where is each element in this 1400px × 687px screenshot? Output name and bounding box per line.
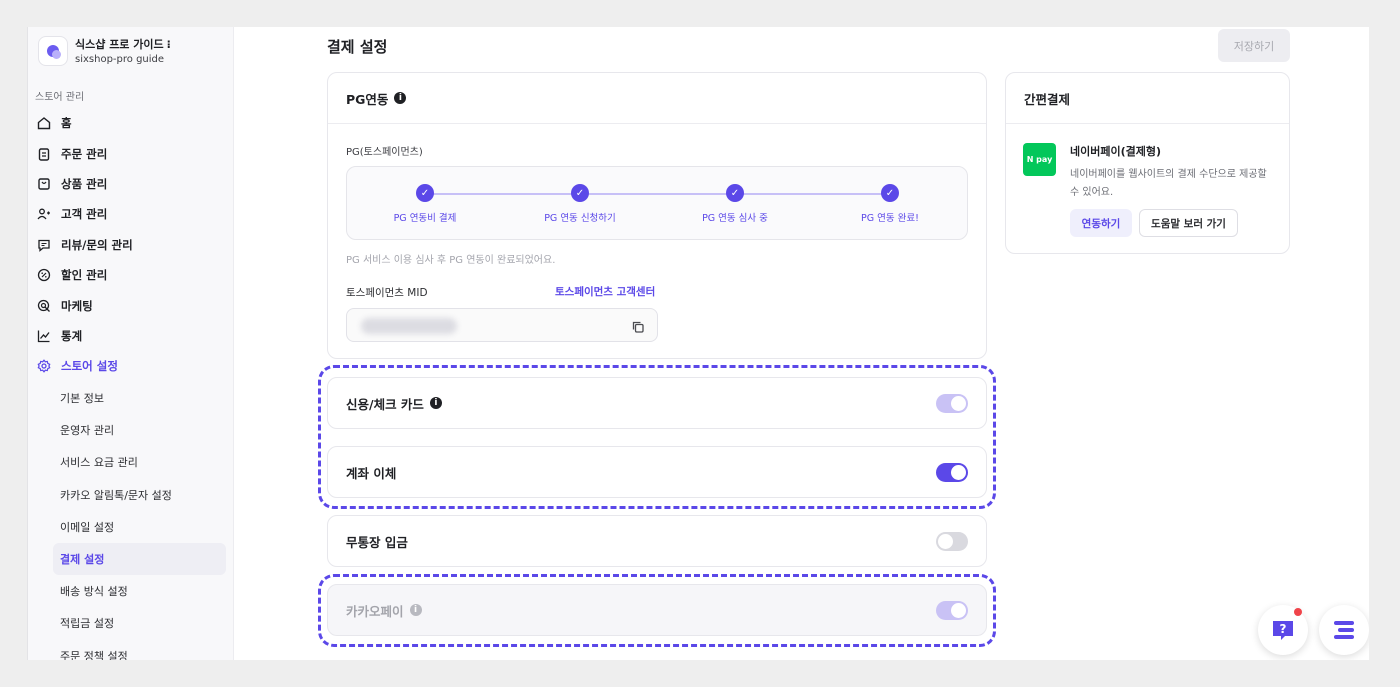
chart-icon xyxy=(36,328,52,344)
pg-card-header: PG연동 i xyxy=(328,73,986,124)
payment-method-label: 무통장 입금 xyxy=(346,534,408,550)
progress-step: ✓ PG 연동 심사 중 xyxy=(665,184,805,224)
pg-provider-label: PG(토스페이먼츠) xyxy=(346,147,423,158)
submenu-item-order-policy[interactable]: 주문 정책 설정 xyxy=(28,640,234,660)
pg-integration-card: PG연동 i PG(토스페이먼츠) ✓ PG 연동비 결제 ✓ PG 연동 신청… xyxy=(327,72,987,359)
submenu-item-email[interactable]: 이메일 설정 xyxy=(28,511,234,543)
menu-button[interactable] xyxy=(1319,605,1369,655)
check-icon: ✓ xyxy=(416,184,434,202)
notification-dot xyxy=(1294,608,1302,616)
copy-icon[interactable] xyxy=(631,319,645,333)
submenu-item-basic-info[interactable]: 기본 정보 xyxy=(28,382,234,414)
users-icon xyxy=(36,206,52,222)
submenu-item-kakao-sms[interactable]: 카카오 알림톡/문자 설정 xyxy=(28,479,234,511)
pg-status-note: PG 서비스 이용 심사 후 PG 연동이 완료되었어요. xyxy=(346,255,556,266)
step-label: PG 연동 심사 중 xyxy=(702,213,768,224)
masked-mid-value xyxy=(361,318,457,334)
help-chat-button[interactable]: ? xyxy=(1258,605,1308,655)
submenu-item-payment[interactable]: 결제 설정 xyxy=(53,542,226,576)
submenu-item-service-fees[interactable]: 서비스 요금 관리 xyxy=(28,446,234,478)
progress-step: ✓ PG 연동비 결제 xyxy=(355,184,495,224)
save-button[interactable]: 저장하기 xyxy=(1218,29,1290,62)
sidebar-item-label: 고객 관리 xyxy=(61,207,108,222)
sidebar-item-orders[interactable]: 주문 관리 xyxy=(28,138,234,168)
connect-button[interactable]: 연동하기 xyxy=(1070,209,1132,237)
discount-icon xyxy=(36,267,52,283)
app-window: 식스샵 프로 가이드 ⁝ sixshop-pro guide 스토어 관리 홈 주… xyxy=(27,27,1369,660)
sidebar-item-reviews[interactable]: 리뷰/문의 관리 xyxy=(28,230,234,260)
deposit-toggle[interactable] xyxy=(936,532,968,551)
sidebar-item-label: 마케팅 xyxy=(61,298,93,313)
sidebar-item-label: 홈 xyxy=(61,116,72,131)
more-icon[interactable]: ⁝ xyxy=(167,38,171,51)
submenu-item-points[interactable]: 적립금 설정 xyxy=(28,607,234,639)
sidebar-item-label: 할인 관리 xyxy=(61,268,108,283)
sidebar-item-label: 주문 관리 xyxy=(61,146,108,161)
easy-pay-card: 간편결제 N pay 네이버페이(결제형) 네이버페이를 웹사이트의 결제 수단… xyxy=(1005,72,1290,254)
help-guide-button[interactable]: 도움말 보러 가기 xyxy=(1139,209,1238,237)
highlight-outline xyxy=(318,574,996,647)
progress-step: ✓ PG 연동 신청하기 xyxy=(510,184,650,224)
store-switcher[interactable]: 식스샵 프로 가이드 ⁝ sixshop-pro guide xyxy=(38,33,228,69)
svg-text:?: ? xyxy=(1280,622,1287,636)
support-center-link[interactable]: 토스페이먼츠 고객센터 xyxy=(555,284,655,299)
check-icon: ✓ xyxy=(881,184,899,202)
sidebar-item-label: 통계 xyxy=(61,328,83,343)
store-subtitle: sixshop-pro guide xyxy=(75,54,165,65)
target-icon xyxy=(36,298,52,314)
store-name: 식스샵 프로 가이드 ⁝ xyxy=(75,38,171,51)
help-chat-icon: ? xyxy=(1273,621,1293,640)
sidebar: 식스샵 프로 가이드 ⁝ sixshop-pro guide 스토어 관리 홈 주… xyxy=(28,27,234,660)
bag-icon xyxy=(36,176,52,192)
chat-icon xyxy=(36,237,52,253)
check-icon: ✓ xyxy=(726,184,744,202)
menu-icon xyxy=(1334,621,1354,639)
highlight-outline xyxy=(318,365,996,509)
naver-pay-name: 네이버페이(결제형) xyxy=(1070,145,1162,158)
step-label: PG 연동 신청하기 xyxy=(544,213,616,224)
mid-label: 토스페이먼츠 MID xyxy=(346,287,428,299)
step-label: PG 연동 완료! xyxy=(861,213,919,224)
info-icon[interactable]: i xyxy=(394,92,407,104)
sidebar-item-label: 스토어 설정 xyxy=(61,359,118,374)
pg-card-title: PG연동 xyxy=(346,91,389,107)
gear-icon xyxy=(36,358,52,374)
submenu-item-shipping[interactable]: 배송 방식 설정 xyxy=(28,575,234,607)
sidebar-item-label: 리뷰/문의 관리 xyxy=(61,237,133,252)
payment-method-card: 무통장 입금 xyxy=(327,515,987,567)
sidebar-item-customers[interactable]: 고객 관리 xyxy=(28,199,234,229)
progress-step: ✓ PG 연동 완료! xyxy=(820,184,960,224)
section-label: 스토어 관리 xyxy=(35,92,85,103)
submenu-item-operators[interactable]: 운영자 관리 xyxy=(28,414,234,446)
sidebar-menu: 홈 주문 관리 상품 관리 고객 관리 리뷰/문의 관리 할인 관리 마케팅 통… xyxy=(28,108,234,382)
sidebar-item-discounts[interactable]: 할인 관리 xyxy=(28,260,234,290)
store-logo xyxy=(38,36,68,66)
easy-pay-title: 간편결제 xyxy=(1006,73,1289,124)
clipboard-icon xyxy=(36,146,52,162)
home-icon xyxy=(36,115,52,131)
mid-field[interactable] xyxy=(346,308,658,342)
page-title: 결제 설정 xyxy=(327,38,388,56)
sidebar-item-statistics[interactable]: 통계 xyxy=(28,321,234,351)
sidebar-item-marketing[interactable]: 마케팅 xyxy=(28,290,234,320)
sidebar-item-home[interactable]: 홈 xyxy=(28,108,234,138)
sidebar-item-label: 상품 관리 xyxy=(61,176,108,191)
sidebar-item-products[interactable]: 상품 관리 xyxy=(28,169,234,199)
sidebar-item-store-settings[interactable]: 스토어 설정 xyxy=(28,351,234,381)
pg-progress-steps: ✓ PG 연동비 결제 ✓ PG 연동 신청하기 ✓ PG 연동 심사 중 ✓ … xyxy=(346,166,968,240)
naver-pay-logo: N pay xyxy=(1023,143,1056,176)
store-settings-submenu: 기본 정보 운영자 관리 서비스 요금 관리 카카오 알림톡/문자 설정 이메일… xyxy=(28,382,234,660)
naver-pay-description: 네이버페이를 웹사이트의 결제 수단으로 제공할 수 있어요. xyxy=(1070,169,1267,198)
step-label: PG 연동비 결제 xyxy=(393,213,457,224)
check-icon: ✓ xyxy=(571,184,589,202)
